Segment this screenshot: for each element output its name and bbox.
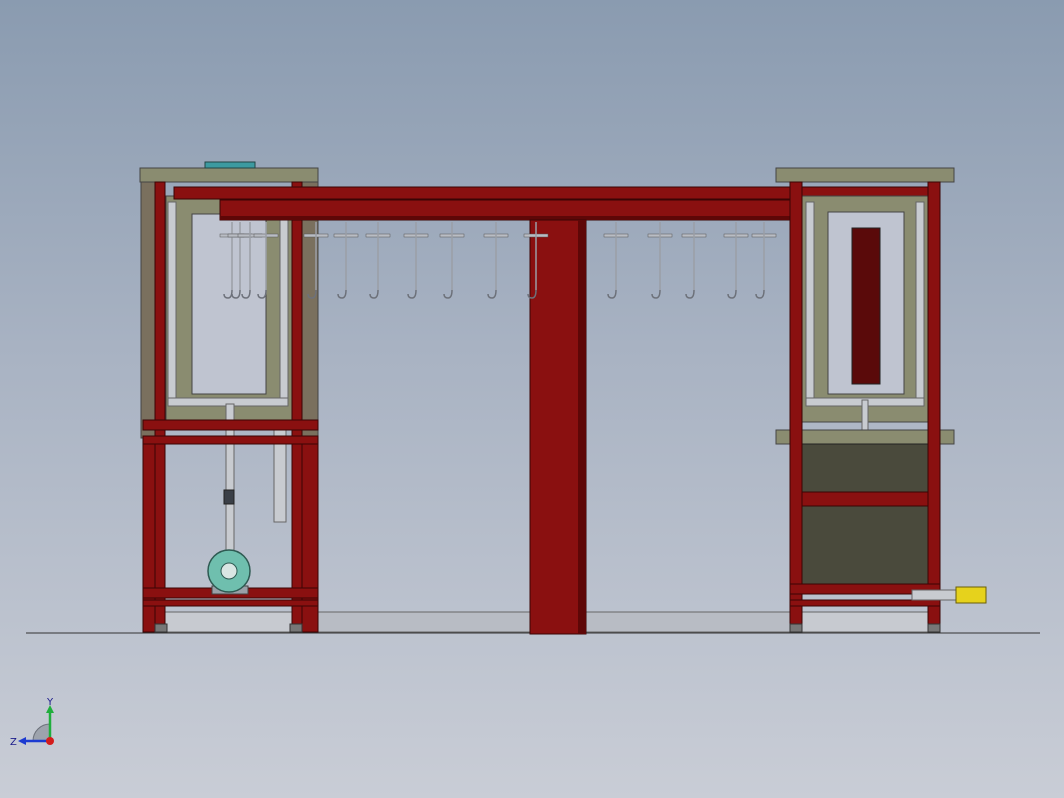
right-chain-column xyxy=(851,227,881,385)
cad-viewport[interactable]: Y Z xyxy=(0,0,1064,798)
shackle-hook-icon xyxy=(755,289,765,299)
right-crossbeam-foot xyxy=(789,599,941,607)
right-foot-2 xyxy=(927,623,941,633)
left-leg-3 xyxy=(291,181,303,633)
shackle-hook-icon xyxy=(487,289,497,299)
right-leg-2 xyxy=(927,181,941,633)
z-axis-label: Z xyxy=(10,737,17,748)
left-top-screen xyxy=(204,161,256,169)
right-station[interactable] xyxy=(775,167,987,633)
base-plate-right xyxy=(799,611,929,633)
left-crossbeam-foot xyxy=(142,599,319,607)
left-crossbeam-mid xyxy=(142,435,319,445)
left-top-panel xyxy=(139,167,319,183)
shackle-hook-icon xyxy=(685,289,695,299)
right-lower-tank xyxy=(799,443,931,585)
top-rail-shadow xyxy=(220,216,880,220)
left-pipe-vertical-b xyxy=(279,201,289,405)
right-pipe-vertical-a xyxy=(805,201,815,405)
left-leg-2 xyxy=(154,181,166,633)
z-axis-head-icon xyxy=(18,737,26,745)
center-pillar-shade xyxy=(578,220,586,634)
shackle-hook-icon xyxy=(407,289,417,299)
shackle-hook-icon xyxy=(369,289,379,299)
machine-model[interactable] xyxy=(0,0,1064,798)
left-drain-pipe xyxy=(273,419,287,523)
right-top-panel xyxy=(775,167,955,183)
center-pillar[interactable] xyxy=(529,219,587,635)
left-station[interactable] xyxy=(139,161,319,633)
left-foot-2 xyxy=(289,623,303,633)
center-pillar-body xyxy=(529,219,587,635)
y-axis-label: Y xyxy=(46,697,54,708)
right-leg-1 xyxy=(789,181,803,633)
shackle-hook-icon xyxy=(727,289,737,299)
shackle-hook-icon xyxy=(443,289,453,299)
shackle-hook-icon xyxy=(337,289,347,299)
right-tank-band xyxy=(793,491,937,507)
left-pipe-vertical-a xyxy=(167,201,177,405)
pump-hub xyxy=(220,562,238,580)
axis-triad[interactable]: Y Z xyxy=(6,696,66,756)
shackle-hook-icon xyxy=(607,289,617,299)
base-plate-left xyxy=(159,611,301,633)
left-tank-window xyxy=(191,213,267,395)
shackle-hook-icon xyxy=(651,289,661,299)
left-foot-1 xyxy=(154,623,168,633)
outlet-nozzle[interactable] xyxy=(955,586,987,604)
right-drop-pipe xyxy=(861,399,869,431)
right-foot-1 xyxy=(789,623,803,633)
outlet-pipe xyxy=(911,589,959,601)
right-pipe-vertical-b xyxy=(915,201,925,405)
right-shelf xyxy=(775,429,955,445)
left-crossbeam-upper xyxy=(142,419,319,431)
pump-valve xyxy=(223,489,235,505)
x-axis-dot-icon xyxy=(46,737,54,745)
